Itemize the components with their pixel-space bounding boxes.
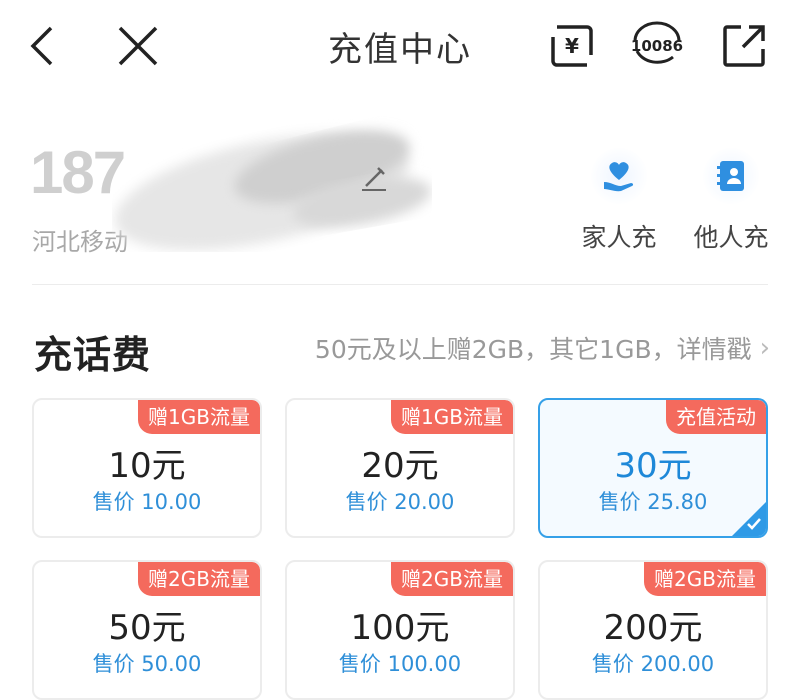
carrier-label: 河北移动	[32, 228, 128, 256]
plan-price: 售价 50.00	[92, 652, 202, 676]
family-recharge-label: 家人充	[581, 223, 657, 252]
service-hotline-button[interactable]: 10086	[625, 14, 689, 78]
plan-card-200[interactable]: 赠2GB流量 200元 售价 200.00	[538, 560, 768, 700]
section-title: 充话费	[34, 333, 152, 377]
family-recharge-button[interactable]: 家人充	[574, 148, 664, 254]
promo-note-text: 50元及以上赠2GB，其它1GB，详情戳	[314, 335, 752, 364]
plan-amount: 50元	[108, 608, 186, 648]
plan-price: 售价 10.00	[92, 490, 202, 514]
promo-details-link[interactable]: 50元及以上赠2GB，其它1GB，详情戳 ›	[315, 330, 770, 366]
phone-number: 187	[30, 139, 126, 206]
plan-tag: 充值活动	[666, 400, 766, 434]
plan-tag: 赠2GB流量	[138, 562, 260, 596]
plan-price: 售价 100.00	[338, 652, 462, 676]
other-recharge-label: 他人充	[693, 223, 769, 252]
plan-price: 售价 200.00	[591, 652, 715, 676]
external-link-icon	[723, 25, 765, 67]
other-recharge-button[interactable]: 他人充	[686, 148, 776, 254]
plan-amount: 20元	[361, 446, 439, 486]
plan-card-30[interactable]: 充值活动 30元 售价 25.80	[538, 398, 768, 538]
chevron-right-icon: ›	[759, 333, 770, 363]
contact-book-icon	[703, 148, 759, 204]
headset-10086-icon: 10086	[631, 21, 683, 64]
plan-amount: 30元	[614, 446, 692, 486]
plan-amount: 200元	[603, 608, 703, 648]
share-button[interactable]	[712, 14, 776, 78]
plan-card-50[interactable]: 赠2GB流量 50元 售价 50.00	[32, 560, 262, 700]
edit-pencil-icon[interactable]	[358, 160, 392, 194]
plan-price: 售价 20.00	[345, 490, 455, 514]
plan-tag: 赠1GB流量	[138, 400, 260, 434]
plan-card-10[interactable]: 赠1GB流量 10元 售价 10.00	[32, 398, 262, 538]
plan-amount: 10元	[108, 446, 186, 486]
plan-tag: 赠1GB流量	[391, 400, 513, 434]
bill-button[interactable]: ¥	[540, 14, 604, 78]
plan-tag: 赠2GB流量	[391, 562, 513, 596]
plan-amount: 100元	[350, 608, 450, 648]
hotline-number: 10086	[631, 37, 683, 55]
section-divider	[32, 284, 768, 285]
checkmark-icon	[747, 518, 761, 530]
plan-card-20[interactable]: 赠1GB流量 20元 售价 20.00	[285, 398, 515, 538]
bill-refresh-icon: ¥	[551, 25, 593, 67]
plan-card-100[interactable]: 赠2GB流量 100元 售价 100.00	[285, 560, 515, 700]
yuan-sign: ¥	[565, 34, 579, 58]
plan-tag: 赠2GB流量	[644, 562, 766, 596]
family-heart-icon	[591, 148, 647, 204]
